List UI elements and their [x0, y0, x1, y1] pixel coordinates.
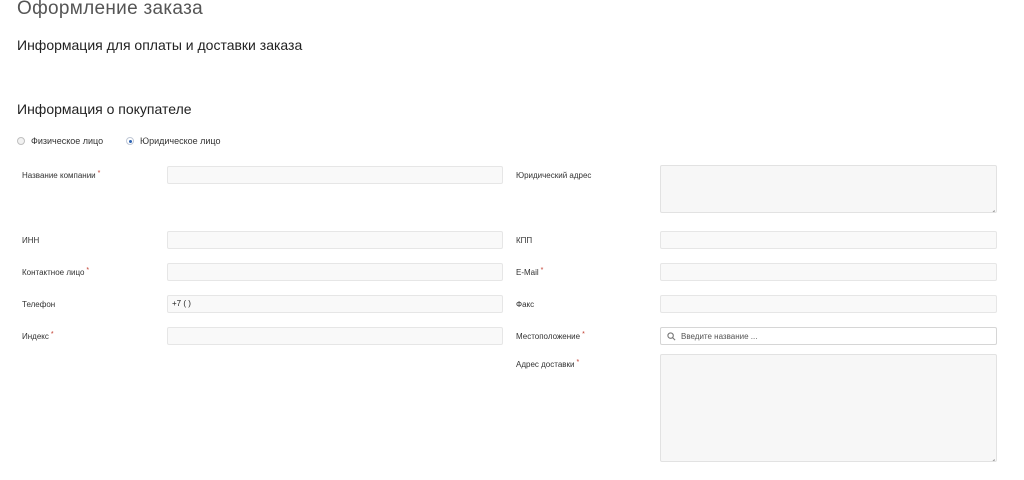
legal-address-textarea[interactable]: [660, 165, 997, 213]
location-label: Местоположение *: [516, 331, 585, 341]
contact-person-label: Контактное лицо *: [22, 267, 90, 277]
page-subtitle: Информация для оплаты и доставки заказа: [17, 37, 303, 53]
location-search-input[interactable]: [681, 331, 961, 341]
zip-label: Индекс *: [22, 331, 54, 341]
required-mark: *: [86, 267, 90, 274]
resize-handle-icon[interactable]: [989, 454, 995, 460]
required-mark: *: [50, 331, 54, 338]
legal-address-label: Юридический адрес: [516, 171, 592, 180]
radio-legal-entity-label: Юридическое лицо: [140, 136, 221, 146]
company-name-label: Название компании *: [22, 170, 101, 180]
required-mark: *: [97, 170, 101, 177]
email-field[interactable]: [660, 263, 997, 281]
required-mark: *: [582, 331, 585, 338]
phone-field[interactable]: +7 ( ): [167, 295, 503, 313]
zip-field[interactable]: [167, 327, 503, 345]
radio-individual-label: Физическое лицо: [31, 136, 104, 146]
email-label: E-Mail *: [516, 267, 544, 277]
radio-legal-entity-circle[interactable]: [126, 137, 134, 145]
kpp-label: КПП: [516, 236, 533, 245]
fax-field[interactable]: [660, 295, 997, 313]
required-mark: *: [576, 359, 580, 366]
contact-person-field[interactable]: [167, 263, 503, 281]
inn-field[interactable]: [167, 231, 503, 249]
section-title-buyer-info: Информация о покупателе: [17, 101, 192, 117]
resize-handle-icon[interactable]: [989, 205, 995, 211]
inn-label: ИНН: [22, 236, 40, 245]
company-name-field[interactable]: [167, 166, 503, 184]
radio-legal-entity[interactable]: Юридическое лицо: [126, 136, 221, 146]
delivery-address-textarea[interactable]: [660, 354, 997, 462]
kpp-field[interactable]: [660, 231, 997, 249]
required-mark: *: [540, 267, 544, 274]
fax-label: Факс: [516, 300, 535, 309]
location-search-field[interactable]: [660, 327, 997, 345]
search-icon: [667, 331, 676, 340]
phone-label: Телефон: [22, 300, 56, 309]
radio-individual[interactable]: Физическое лицо: [17, 136, 103, 146]
delivery-address-label: Адрес доставки *: [516, 359, 580, 369]
radio-individual-circle[interactable]: [17, 137, 25, 145]
page-title: Оформление заказа: [17, 0, 203, 19]
